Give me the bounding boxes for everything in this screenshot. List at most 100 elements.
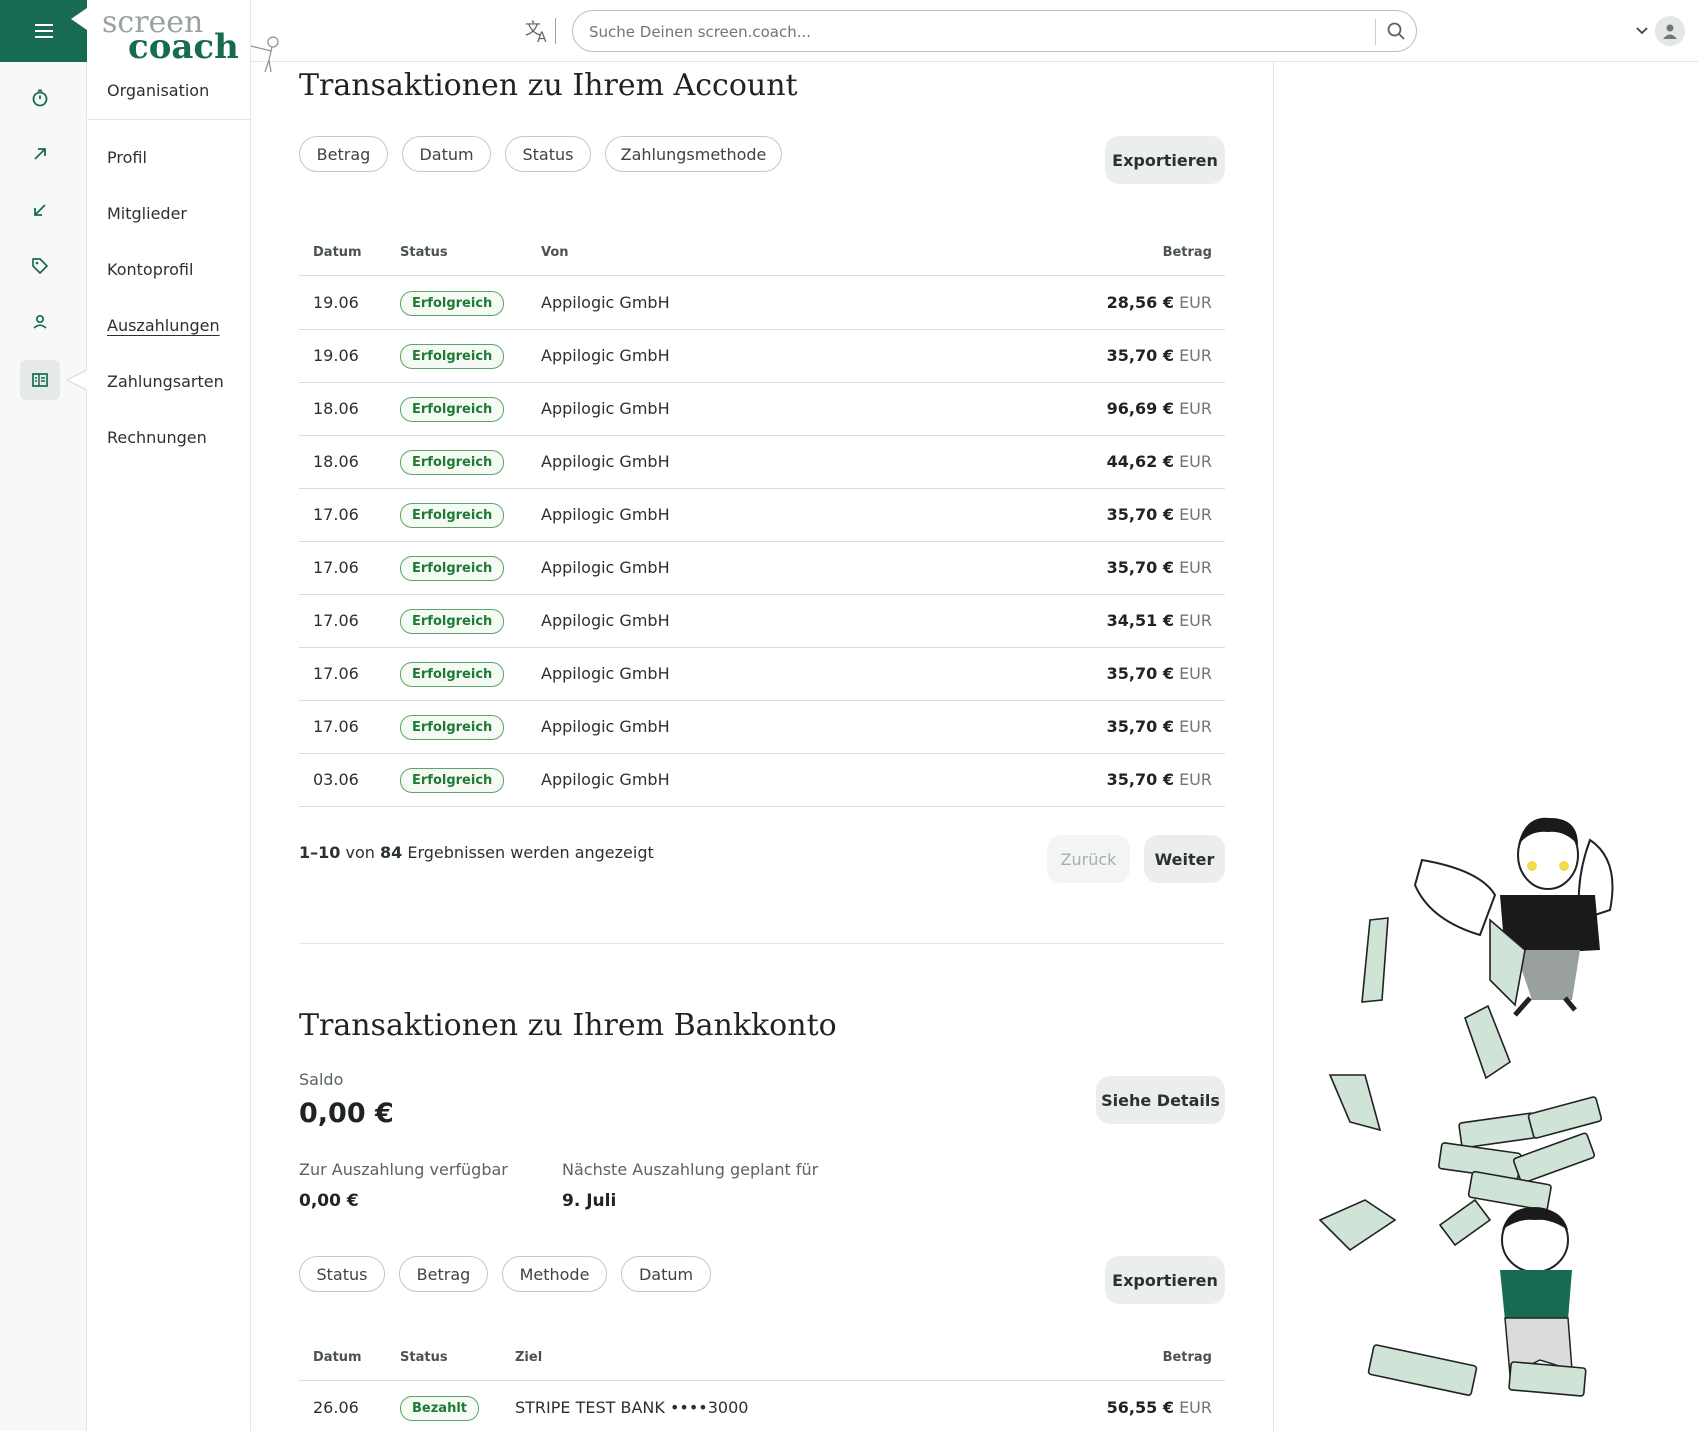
nav-item-kontoprofil[interactable]: Kontoprofil — [107, 260, 193, 279]
table-row[interactable]: 18.06 Erfolgreich Appilogic GmbH 96,69 € EU… — [299, 383, 1225, 436]
table-row[interactable]: 26.06 Bezahlt STRIPE TEST BANK ••••3000 56,… — [299, 1382, 1225, 1431]
row-date: 18.06 — [313, 452, 359, 471]
table-row[interactable]: 18.06 Erfolgreich Appilogic GmbH 44,62 € EU… — [299, 436, 1225, 489]
bank-filter-betrag[interactable]: Betrag — [399, 1256, 488, 1292]
available-value: 0,00 € — [299, 1191, 359, 1211]
bank-table-header: Datum Status Ziel Betrag — [299, 1325, 1225, 1381]
account-table-header: Datum Status Von Betrag — [299, 220, 1225, 276]
rail-timer[interactable] — [20, 78, 60, 118]
rail-incoming[interactable] — [20, 190, 60, 230]
top-bar: 文 A — [250, 0, 1698, 73]
status-badge: Erfolgreich — [400, 344, 505, 369]
row-amount: 96,69 € EUR — [1106, 399, 1212, 418]
row-amount: 34,51 € EUR — [1106, 611, 1212, 630]
row-amount: 44,62 € EUR — [1106, 452, 1212, 471]
hamburger-icon — [34, 24, 53, 38]
row-amount: 35,70 € EUR — [1106, 558, 1212, 577]
column-status: Status — [400, 245, 448, 260]
row-amount: 35,70 € EUR — [1106, 505, 1212, 524]
row-date: 17.06 — [313, 664, 359, 683]
next-payout-label: Nächste Auszahlung geplant für — [562, 1160, 819, 1179]
bank-column-betrag: Betrag — [1162, 1350, 1212, 1365]
filter-datum[interactable]: Datum — [402, 136, 491, 172]
right-panel-divider — [1273, 62, 1274, 1431]
user-avatar-icon — [1663, 24, 1677, 39]
back-button[interactable]: Zurück — [1047, 835, 1130, 883]
search-icon[interactable] — [1386, 21, 1406, 41]
table-row[interactable]: 17.06 Erfolgreich Appilogic GmbH 35,70 € EU… — [299, 542, 1225, 595]
search-input[interactable] — [589, 21, 1349, 43]
boy-with-money-icon — [1367, 1096, 1603, 1397]
status-badge: Erfolgreich — [400, 768, 505, 793]
export-button[interactable]: Exportieren — [1105, 136, 1225, 184]
rail-organisation[interactable] — [20, 360, 60, 400]
row-date: 17.06 — [313, 505, 359, 524]
status-badge: Erfolgreich — [400, 715, 505, 740]
saldo-label: Saldo — [299, 1070, 344, 1089]
row-counterparty: Appilogic GmbH — [541, 505, 670, 524]
rail-tags[interactable] — [20, 246, 60, 286]
bank-filter-status[interactable]: Status — [299, 1256, 385, 1292]
status-badge: Erfolgreich — [400, 503, 505, 528]
row-counterparty: Appilogic GmbH — [541, 664, 670, 683]
svg-text:A: A — [537, 30, 547, 45]
row-amount: 35,70 € EUR — [1106, 664, 1212, 683]
row-amount: 35,70 € EUR — [1106, 770, 1212, 789]
row-date: 17.06 — [313, 717, 359, 736]
screen-coach-logo[interactable]: screen coach — [100, 4, 250, 67]
status-badge: Erfolgreich — [400, 556, 505, 581]
bank-column-datum: Datum — [313, 1350, 362, 1365]
nav-header: Organisation — [87, 62, 251, 120]
status-badge: Bezahlt — [400, 1396, 479, 1421]
pagination-info: 1–10 von 84 Ergebnissen werden angezeigt — [299, 843, 654, 862]
next-payout-value: 9. Juli — [562, 1191, 617, 1211]
filter-status[interactable]: Status — [505, 136, 591, 172]
table-row[interactable]: 03.06 Erfolgreich Appilogic GmbH 35,70 € EU… — [299, 754, 1225, 807]
row-amount: 35,70 € EUR — [1106, 346, 1212, 365]
bank-export-button[interactable]: Exportieren — [1105, 1256, 1225, 1304]
chevron-down-icon[interactable] — [1635, 24, 1649, 38]
tag-icon — [32, 258, 48, 274]
table-row[interactable]: 17.06 Erfolgreich Appilogic GmbH 35,70 € EU… — [299, 489, 1225, 542]
row-date: 03.06 — [313, 770, 359, 789]
search-bar — [572, 10, 1417, 52]
table-row[interactable]: 19.06 Erfolgreich Appilogic GmbH 35,70 € EU… — [299, 330, 1225, 383]
table-row[interactable]: 17.06 Erfolgreich Appilogic GmbH 35,70 € EU… — [299, 648, 1225, 701]
nav-item-zahlungsarten[interactable]: Zahlungsarten — [107, 372, 224, 391]
table-row[interactable]: 17.06 Erfolgreich Appilogic GmbH 34,51 € EU… — [299, 595, 1225, 648]
translate-icon[interactable]: 文 A — [524, 17, 554, 45]
filter-betrag[interactable]: Betrag — [299, 136, 388, 172]
nav-item-auszahlungen[interactable]: Auszahlungen — [107, 316, 220, 335]
search-separator — [1375, 19, 1376, 45]
row-counterparty: Appilogic GmbH — [541, 558, 670, 577]
see-details-button[interactable]: Siehe Details — [1096, 1076, 1225, 1124]
rail-outgoing[interactable] — [20, 134, 60, 174]
bank-column-status: Status — [400, 1350, 448, 1365]
svg-text:coach: coach — [128, 27, 239, 62]
table-row[interactable]: 17.06 Erfolgreich Appilogic GmbH 35,70 € EU… — [299, 701, 1225, 754]
status-badge: Erfolgreich — [400, 609, 505, 634]
column-von: Von — [541, 245, 569, 260]
nav-item-profil[interactable]: Profil — [107, 148, 147, 167]
nav-item-mitglieder[interactable]: Mitglieder — [107, 204, 187, 223]
next-button[interactable]: Weiter — [1144, 835, 1225, 883]
row-counterparty: Appilogic GmbH — [541, 346, 670, 365]
menu-button[interactable] — [0, 0, 87, 62]
rail-user[interactable] — [20, 302, 60, 342]
row-counterparty: Appilogic GmbH — [541, 399, 670, 418]
active-pointer-icon — [66, 369, 88, 391]
money-rain-illustration — [1318, 817, 1614, 1397]
table-row[interactable]: 19.06 Erfolgreich Appilogic GmbH 28,56 € EU… — [299, 277, 1225, 330]
filter-zahlungsmethode[interactable]: Zahlungsmethode — [605, 136, 782, 172]
avatar[interactable] — [1655, 16, 1685, 46]
row-counterparty: Appilogic GmbH — [541, 293, 670, 312]
row-date: 19.06 — [313, 293, 359, 312]
nav-item-rechnungen[interactable]: Rechnungen — [107, 428, 207, 447]
bank-title: Transaktionen zu Ihrem Bankkonto — [299, 1008, 837, 1043]
available-label: Zur Auszahlung verfügbar — [299, 1160, 508, 1179]
arrow-up-right-icon — [34, 148, 46, 160]
bank-filter-datum[interactable]: Datum — [621, 1256, 711, 1292]
bank-filter-methode[interactable]: Methode — [502, 1256, 607, 1292]
row-date: 26.06 — [313, 1398, 359, 1417]
row-counterparty: Appilogic GmbH — [541, 452, 670, 471]
